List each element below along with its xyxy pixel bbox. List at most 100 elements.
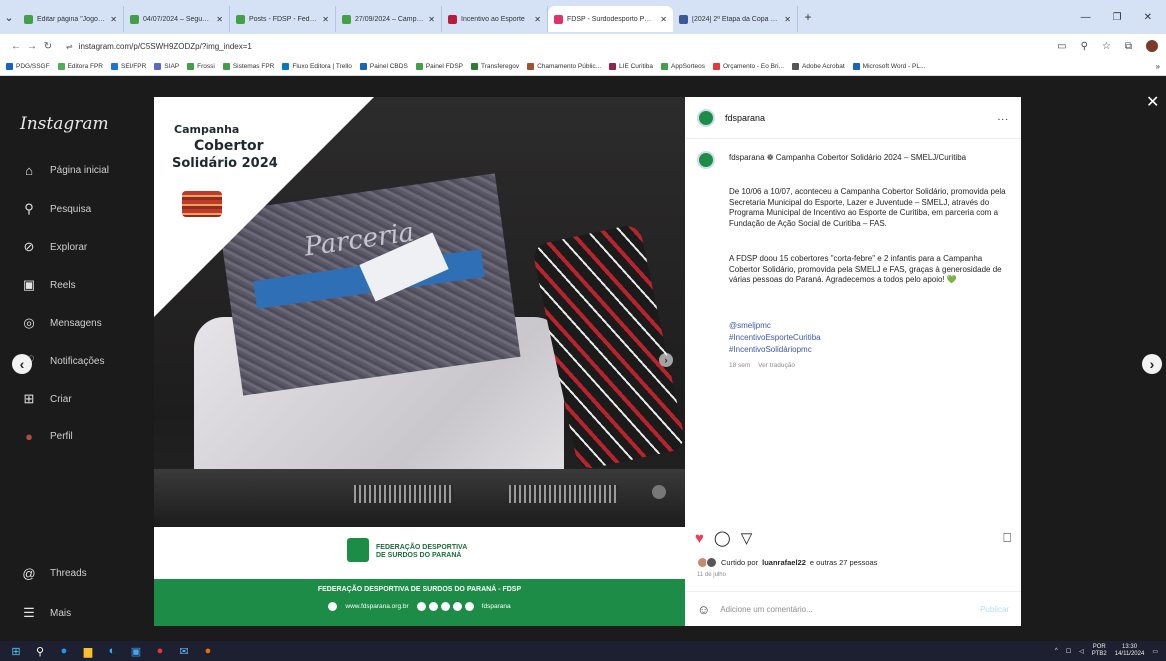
tab-close-icon[interactable]: ✕ bbox=[784, 15, 791, 24]
browser-tab[interactable]: [2024] 2ª Etapa da Copa Parar ✕ bbox=[673, 6, 798, 32]
campaign-title-line3: Solidário 2024 bbox=[172, 156, 278, 171]
sidebar-item-threads[interactable]: @ Threads bbox=[22, 566, 86, 581]
bookmark-item[interactable]: PDG/SSGF bbox=[6, 63, 50, 70]
comment-input[interactable]: Adicione um comentário... bbox=[720, 605, 813, 614]
new-tab-button[interactable]: + bbox=[798, 10, 818, 24]
browser-tab[interactable]: Editar página "Jogos Surdodesp ✕ bbox=[18, 6, 124, 32]
site-info-icon[interactable]: ⇌ bbox=[66, 42, 73, 51]
install-app-icon[interactable]: ▭ bbox=[1057, 41, 1066, 52]
next-post-button[interactable]: › bbox=[1142, 354, 1162, 374]
back-button[interactable]: ← bbox=[8, 41, 24, 52]
bookmark-item[interactable]: Microsoft Word - PL... bbox=[852, 63, 925, 70]
previous-post-button[interactable]: ‹ bbox=[12, 354, 32, 374]
comment-icon[interactable]: ◯ bbox=[714, 529, 731, 547]
tab-close-icon[interactable]: ✕ bbox=[660, 15, 667, 24]
chrome-icon[interactable]: ● bbox=[58, 645, 70, 657]
save-bookmark-icon[interactable]: ⎕ bbox=[1003, 530, 1011, 546]
zoom-icon[interactable]: ⚲ bbox=[1081, 41, 1088, 52]
browser-tab-bar: ⌄ Editar página "Jogos Surdodesp✕04/07/2… bbox=[0, 0, 1166, 34]
publish-button[interactable]: Publicar bbox=[980, 605, 1009, 614]
share-icon[interactable]: ▽ bbox=[741, 529, 753, 547]
sidebar-item-home[interactable]: ⌂ Página inicial bbox=[22, 163, 109, 178]
author-avatar[interactable] bbox=[697, 108, 715, 127]
browser-tab[interactable]: 04/07/2024 – Segunda Etapa do✕ bbox=[124, 6, 230, 32]
notifications-icon[interactable]: ▭ bbox=[1152, 648, 1158, 655]
caption-username[interactable]: fdsparana bbox=[729, 153, 765, 162]
language-indicator[interactable]: POR PTB2 bbox=[1092, 644, 1107, 658]
bookmark-item[interactable]: SEI/FPR bbox=[111, 63, 146, 70]
hashtag-1[interactable]: @smeljpmc bbox=[729, 321, 1011, 332]
browser-tab[interactable]: Posts - FDSP - Federação Desp ✕ bbox=[230, 6, 336, 32]
bookmark-item[interactable]: AppSorteos bbox=[661, 63, 705, 70]
sidebar-item-profile-avatar[interactable]: ● Perfil bbox=[22, 429, 73, 444]
mail-icon[interactable]: ✉ bbox=[178, 645, 190, 658]
volume-icon[interactable]: ◁ bbox=[1079, 648, 1084, 655]
file-explorer-icon[interactable]: ▆ bbox=[82, 645, 94, 658]
bookmark-star-icon[interactable]: ☆ bbox=[1102, 41, 1111, 52]
forward-button[interactable]: → bbox=[24, 41, 40, 52]
url-input[interactable]: ⇌ instagram.com/p/C5SWH9ZODZp/?img_index… bbox=[66, 38, 366, 54]
liked-by-user[interactable]: luanrafael22 bbox=[762, 558, 806, 567]
author-username[interactable]: fdsparana bbox=[725, 113, 765, 123]
hashtag-2[interactable]: #IncentivoEsporteCuritiba bbox=[729, 333, 1011, 344]
bookmark-item[interactable]: Fluxo Editora | Trello bbox=[282, 63, 352, 70]
post-image[interactable]: Parceria › Campanha Cobertor Solidário 2… bbox=[154, 97, 685, 626]
tab-close-icon[interactable]: ✕ bbox=[534, 15, 541, 24]
store-icon[interactable]: ▣ bbox=[130, 645, 142, 658]
like-heart-icon[interactable]: ♥ bbox=[695, 530, 704, 547]
bookmark-item[interactable]: Painel FDSP bbox=[415, 63, 463, 70]
hashtag-3[interactable]: #IncentivoSolidáriopmc bbox=[729, 345, 1011, 356]
more-options-icon[interactable]: ... bbox=[998, 112, 1009, 123]
minimize-button[interactable]: — bbox=[1081, 12, 1091, 23]
caption-avatar[interactable] bbox=[697, 151, 715, 169]
bookmark-label: SIAP bbox=[164, 63, 180, 70]
tab-search-icon[interactable]: ⌄ bbox=[0, 11, 18, 24]
tab-close-icon[interactable]: ✕ bbox=[428, 15, 435, 24]
bookmark-favicon-icon bbox=[359, 63, 367, 70]
sidebar-item-heart[interactable]: ♡Notificações bbox=[22, 353, 104, 369]
bookmark-item[interactable]: Transferegov bbox=[471, 63, 519, 70]
chrome-profile-icon[interactable]: ● bbox=[202, 645, 214, 657]
search-icon[interactable]: ⚲ bbox=[34, 645, 46, 658]
bookmark-item[interactable]: SIAP bbox=[154, 63, 179, 70]
instagram-logo[interactable]: Instagram bbox=[20, 114, 109, 134]
bookmark-item[interactable]: Chamamento Públic... bbox=[527, 63, 601, 70]
chrome-app-icon[interactable]: ● bbox=[154, 645, 166, 657]
sidebar-item-compass[interactable]: ⊘ Explorar bbox=[22, 239, 88, 255]
maximize-button[interactable]: ❐ bbox=[1113, 12, 1122, 23]
close-window-button[interactable]: ✕ bbox=[1144, 12, 1152, 23]
sidebar-item-reels[interactable]: ▣ Reels bbox=[22, 277, 76, 293]
reload-button[interactable]: ↻ bbox=[40, 41, 56, 52]
bookmark-item[interactable]: Orçamento - Eo Bri... bbox=[712, 63, 784, 70]
emoji-icon[interactable]: ☺ bbox=[697, 602, 710, 617]
browser-tab[interactable]: 27/09/2024 – Campanha dos 9✕ bbox=[336, 6, 442, 32]
sidebar-item-more[interactable]: ☰ Mais bbox=[22, 605, 71, 621]
browser-tab[interactable]: FDSP - Surdodesporto PR (@f ✕ bbox=[548, 6, 673, 32]
profile-avatar[interactable] bbox=[1146, 40, 1158, 52]
translate-link[interactable]: Ver tradução bbox=[758, 362, 795, 369]
clock[interactable]: 13:30 14/11/2024 bbox=[1115, 644, 1145, 658]
sidebar-item-messenger[interactable]: ◎ Mensagens bbox=[22, 315, 101, 331]
sidebar-item-search[interactable]: ⚲ Pesquisa bbox=[22, 201, 91, 217]
tray-chevron-icon[interactable]: ^ bbox=[1055, 648, 1058, 654]
browser-tab[interactable]: Incentivo ao Esporte ✕ bbox=[442, 6, 548, 32]
tab-close-icon[interactable]: ✕ bbox=[110, 15, 117, 24]
sidebar-item-create[interactable]: ⊞ Criar bbox=[22, 391, 72, 407]
bookmark-item[interactable]: LIE Curitiba bbox=[609, 63, 653, 70]
likes-summary[interactable]: Curtido por luanrafael22 e outras 27 pes… bbox=[697, 557, 877, 568]
bookmark-item[interactable]: Adobe Acrobat bbox=[792, 63, 845, 70]
extensions-icon[interactable]: ⧉ bbox=[1125, 41, 1132, 52]
bookmark-item[interactable]: Frossi bbox=[187, 63, 215, 70]
network-icon[interactable]: ☐ bbox=[1066, 648, 1071, 655]
bookmark-item[interactable]: Editora FPR bbox=[57, 63, 103, 70]
close-icon[interactable]: ✕ bbox=[1146, 92, 1159, 112]
image-next-button[interactable]: › bbox=[659, 353, 673, 367]
edge-icon[interactable]: ◐ bbox=[106, 645, 118, 657]
tab-close-icon[interactable]: ✕ bbox=[322, 15, 329, 24]
tab-close-icon[interactable]: ✕ bbox=[216, 15, 223, 24]
bookmark-item[interactable]: Sistemas FPR bbox=[222, 63, 274, 70]
bookmarks-overflow-icon[interactable]: » bbox=[1156, 62, 1160, 71]
tab-title: Incentivo ao Esporte bbox=[461, 15, 525, 23]
windows-start-icon[interactable]: ⊞ bbox=[10, 645, 22, 658]
bookmark-item[interactable]: Painel CBDS bbox=[359, 63, 408, 70]
